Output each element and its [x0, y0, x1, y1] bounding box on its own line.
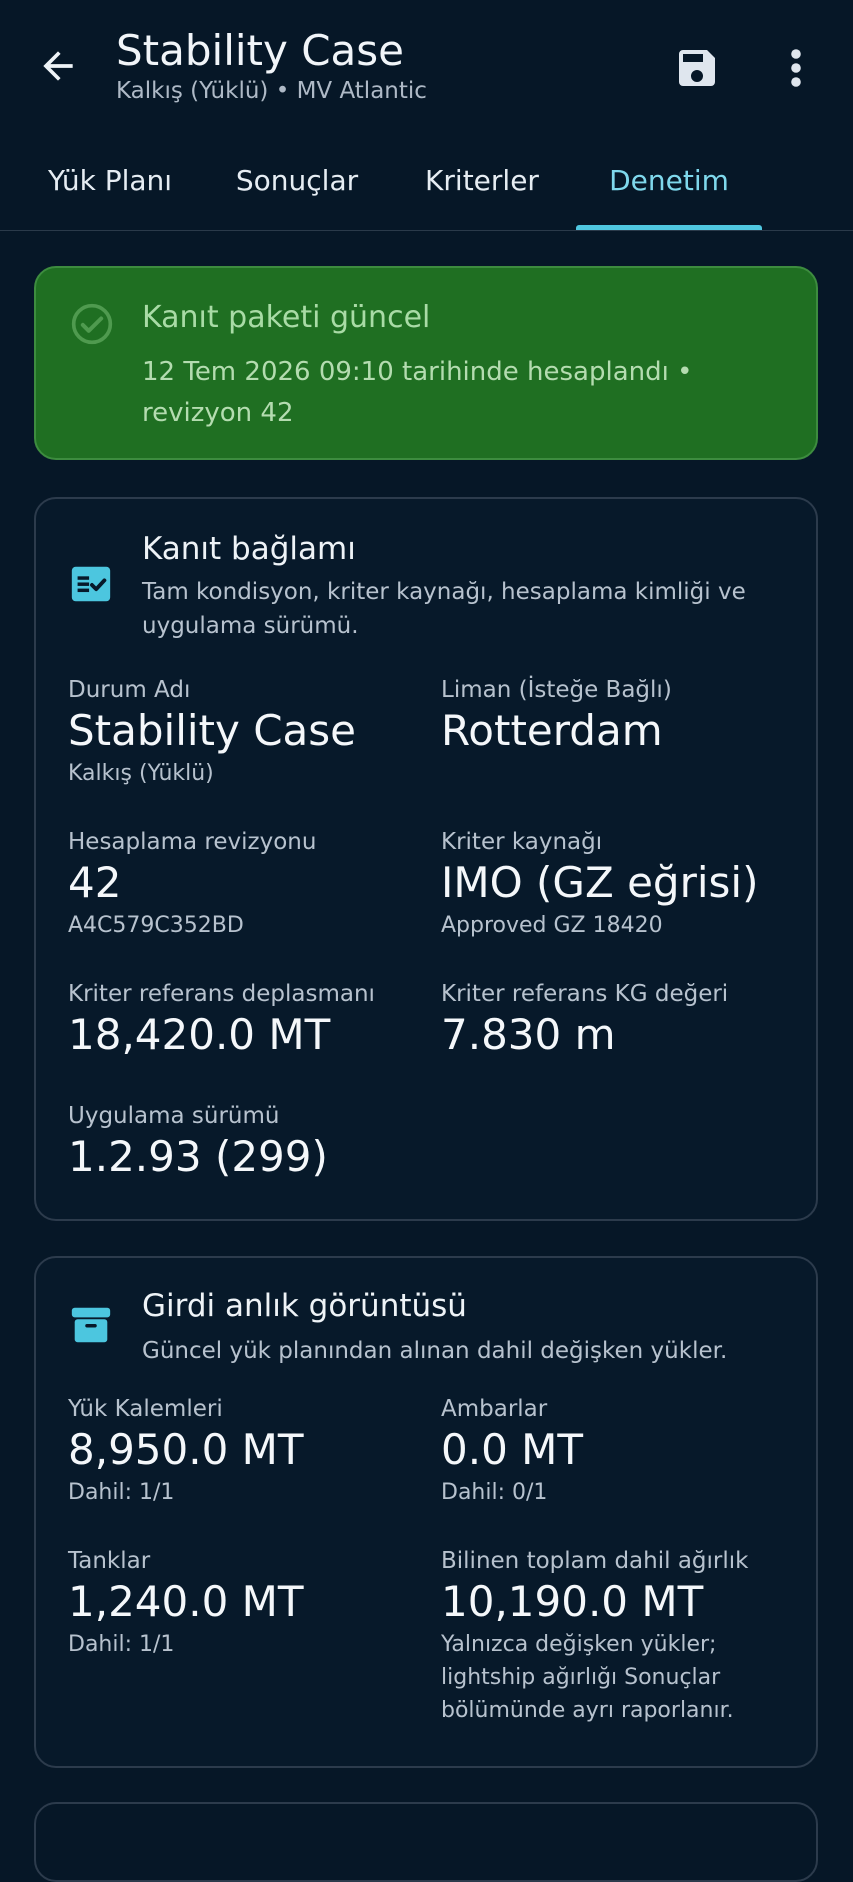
app-bar: Stability Case Kalkış (Yüklü) • MV Atlan… [0, 0, 853, 231]
tab-sonuclar[interactable]: Sonuçlar [220, 150, 374, 230]
field-liman: Liman (İsteğe Bağlı) Rotterdam [441, 675, 781, 757]
more-vert-icon[interactable] [780, 44, 812, 92]
tab-kriterler[interactable]: Kriterler [400, 150, 564, 230]
card-description: Güncel yük planından alınan dahil değişk… [142, 1338, 728, 1364]
field-sub: A4C579C352BD [68, 913, 244, 938]
back-arrow-icon[interactable] [36, 44, 80, 88]
field-sub: Dahil: 1/1 [68, 1480, 175, 1505]
status-subtitle: 12 Tem 2026 09:10 tarihinde hesaplandı •… [142, 357, 693, 428]
field-kriter-kaynagi: Kriter kaynağı IMO (GZ eğrisi) Approved … [441, 827, 781, 942]
page-title: Stability Case [116, 26, 404, 75]
field-value: 8,950.0 MT [68, 1425, 304, 1474]
field-label: Liman (İsteğe Bağlı) [441, 677, 672, 703]
field-label: Kriter referans deplasmanı [68, 981, 375, 1007]
field-label: Ambarlar [441, 1396, 548, 1422]
field-label: Durum Adı [68, 677, 191, 703]
field-kriter-referans-deplasmani: Kriter referans deplasmanı 18,420.0 MT [68, 979, 408, 1061]
field-label: Yük Kalemleri [68, 1396, 223, 1422]
card-title: Kanıt bağlamı [142, 531, 356, 567]
field-yuk-kalemleri: Yük Kalemleri 8,950.0 MT Dahil: 1/1 [68, 1394, 408, 1509]
field-sub: Dahil: 0/1 [441, 1480, 548, 1505]
card-title: Girdi anlık görüntüsü [142, 1288, 467, 1324]
check-circle-icon [71, 303, 113, 345]
field-value: 18,420.0 MT [68, 1010, 331, 1059]
field-value: 0.0 MT [441, 1425, 584, 1474]
field-sub: Yalnızca değişken yükler; lightship ağır… [441, 1632, 734, 1723]
status-title: Kanıt paketi güncel [142, 300, 431, 335]
field-bilinen-toplam: Bilinen toplam dahil ağırlık 10,190.0 MT… [441, 1546, 781, 1727]
field-value: Stability Case [68, 706, 356, 755]
field-value: 7.830 m [441, 1010, 616, 1059]
field-label: Hesaplama revizyonu [68, 829, 317, 855]
field-sub: Kalkış (Yüklü) [68, 761, 214, 786]
field-value: 1.2.93 (299) [68, 1132, 328, 1181]
save-icon[interactable] [673, 44, 721, 92]
field-label: Bilinen toplam dahil ağırlık [441, 1548, 749, 1574]
input-snapshot-card: Girdi anlık görüntüsü Güncel yük planınd… [34, 1256, 818, 1768]
field-tanklar: Tanklar 1,240.0 MT Dahil: 1/1 [68, 1546, 408, 1661]
field-label: Kriter kaynağı [441, 829, 603, 855]
tab-yuk-plani[interactable]: Yük Planı [0, 150, 220, 230]
field-kriter-referans-kg: Kriter referans KG değeri 7.830 m [441, 979, 781, 1061]
field-value: 1,240.0 MT [68, 1577, 304, 1626]
field-hesaplama-revizyonu: Hesaplama revizyonu 42 A4C579C352BD [68, 827, 408, 942]
tab-denetim[interactable]: Denetim [576, 150, 762, 230]
field-durum-adi: Durum Adı Stability Case Kalkış (Yüklü) [68, 675, 408, 790]
field-sub: Dahil: 1/1 [68, 1632, 175, 1657]
archive-icon [71, 1307, 111, 1343]
evidence-context-card: Kanıt bağlamı Tam kondisyon, kriter kayn… [34, 497, 818, 1221]
field-value: 42 [68, 858, 122, 907]
field-label: Uygulama sürümü [68, 1103, 280, 1129]
field-sub: Approved GZ 18420 [441, 913, 663, 938]
field-ambarlar: Ambarlar 0.0 MT Dahil: 0/1 [441, 1394, 781, 1509]
field-value: IMO (GZ eğrisi) [441, 858, 759, 907]
evidence-status-banner: Kanıt paketi güncel 12 Tem 2026 09:10 ta… [34, 266, 818, 460]
field-label: Kriter referans KG değeri [441, 981, 729, 1007]
field-label: Tanklar [68, 1548, 151, 1574]
fact-check-icon [71, 566, 111, 602]
next-card [34, 1802, 818, 1882]
field-uygulama-surumu: Uygulama sürümü 1.2.93 (299) [68, 1101, 408, 1183]
tab-divider [0, 230, 853, 231]
tab-bar: Yük Planı Sonuçlar Kriterler Denetim [0, 150, 853, 230]
card-description: Tam kondisyon, kriter kaynağı, hesaplama… [142, 579, 746, 639]
field-value: Rotterdam [441, 706, 663, 755]
field-value: 10,190.0 MT [441, 1577, 704, 1626]
page-subtitle: Kalkış (Yüklü) • MV Atlantic [116, 78, 427, 104]
